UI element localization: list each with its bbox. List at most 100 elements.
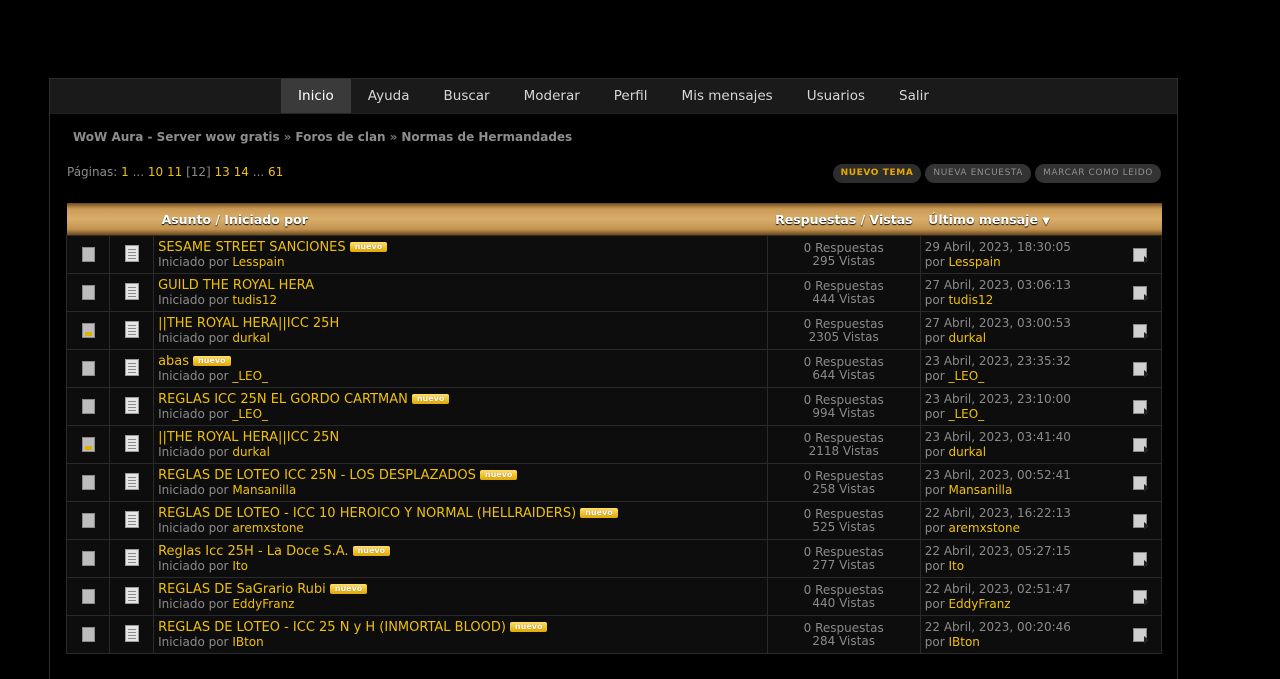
- nav-item-salir[interactable]: Salir: [882, 79, 946, 113]
- new-badge[interactable]: nuevo: [479, 469, 518, 480]
- nav-item-buscar[interactable]: Buscar: [427, 79, 507, 113]
- by-label: por: [924, 368, 945, 383]
- page-link[interactable]: 1: [121, 165, 129, 179]
- topic-author[interactable]: EddyFranz: [232, 597, 294, 611]
- reply-count: 0 Respuestas: [803, 506, 884, 521]
- topic-title[interactable]: REGLAS DE SaGrario Rubi: [158, 582, 326, 597]
- last-post-author[interactable]: Lesspain: [948, 255, 1000, 269]
- reply-count: 0 Respuestas: [803, 582, 884, 597]
- page-link[interactable]: 13: [215, 165, 230, 179]
- last-post-link-icon[interactable]: [1133, 324, 1149, 340]
- last-post-link-icon[interactable]: [1133, 400, 1149, 416]
- nav-item-inicio[interactable]: Inicio: [281, 79, 351, 113]
- last-post-date: 27 Abril, 2023, 03:00:53: [924, 315, 1071, 330]
- page-link[interactable]: 10: [148, 165, 163, 179]
- last-post-date: 27 Abril, 2023, 03:06:13: [924, 277, 1071, 292]
- last-post-author[interactable]: IBton: [948, 635, 979, 649]
- started-by-label: Iniciado por: [158, 634, 229, 649]
- view-count: 440 Vistas: [812, 595, 875, 610]
- last-post-author[interactable]: tudis12: [948, 293, 993, 307]
- by-label: por: [924, 254, 945, 269]
- started-by-label: Iniciado por: [158, 254, 229, 269]
- last-post-link-icon[interactable]: [1133, 286, 1149, 302]
- post-document-icon: [124, 358, 139, 376]
- nav-item-usuarios[interactable]: Usuarios: [790, 79, 882, 113]
- nav-item-perfil[interactable]: Perfil: [597, 79, 665, 113]
- header-last-post[interactable]: Último mensaje ▼: [920, 203, 1162, 236]
- breadcrumb-link[interactable]: WoW Aura - Server wow gratis: [73, 130, 280, 144]
- table-row: REGLAS ICC 25N EL GORDO CARTMAN nuevo Inic…: [65, 387, 1163, 426]
- last-post-link-icon[interactable]: [1133, 628, 1149, 644]
- topic-status-icon: [81, 589, 95, 604]
- last-post-author[interactable]: durkal: [948, 331, 986, 345]
- topic-author[interactable]: _LEO_: [232, 369, 268, 383]
- forum-container: Inicio Ayuda Buscar Moderar Perfil Mis mensaj…: [49, 78, 1178, 679]
- topic-author[interactable]: aremxstone: [232, 521, 303, 535]
- new-badge[interactable]: nuevo: [411, 393, 450, 404]
- topic-author[interactable]: durkal: [232, 331, 270, 345]
- post-document-icon: [124, 244, 139, 262]
- last-post-date: 23 Abril, 2023, 03:41:40: [924, 429, 1071, 444]
- breadcrumb-link[interactable]: Normas de Hermandades: [401, 130, 572, 144]
- page-link[interactable]: 11: [167, 165, 182, 179]
- last-post-date: 23 Abril, 2023, 23:10:00: [924, 391, 1071, 406]
- nav-item-moderar[interactable]: Moderar: [507, 79, 597, 113]
- by-label: por: [924, 482, 945, 497]
- header-subject[interactable]: Asunto / Iniciado por: [153, 203, 768, 236]
- topic-title[interactable]: REGLAS DE LOTEO - ICC 25 N y H (INMORTAL…: [158, 620, 506, 635]
- new-badge[interactable]: nuevo: [580, 507, 618, 518]
- last-post-link-icon[interactable]: [1133, 514, 1149, 530]
- reply-count: 0 Respuestas: [803, 316, 884, 331]
- topic-author[interactable]: durkal: [232, 445, 270, 459]
- topic-author[interactable]: Ito: [232, 559, 248, 573]
- topic-title[interactable]: ||THE ROYAL HERA||ICC 25H: [158, 316, 339, 331]
- last-post-link-icon[interactable]: [1133, 362, 1149, 378]
- nav-item-ayuda[interactable]: Ayuda: [351, 79, 427, 113]
- last-post-author[interactable]: _LEO_: [948, 407, 984, 421]
- topic-author[interactable]: Mansanilla: [232, 483, 296, 497]
- topic-author[interactable]: tudis12: [232, 293, 277, 307]
- topic-title[interactable]: SESAME STREET SANCIONES: [158, 240, 346, 255]
- topic-title[interactable]: GUILD THE ROYAL HERA: [158, 278, 314, 293]
- last-post-link-icon[interactable]: [1133, 476, 1149, 492]
- table-row: Reglas Icc 25H - La Doce S.A. nuevo Inicia…: [65, 539, 1163, 578]
- by-label: por: [924, 444, 945, 459]
- last-post-author[interactable]: Mansanilla: [948, 483, 1012, 497]
- nav-item-mis-mensajes[interactable]: Mis mensajes: [665, 79, 790, 113]
- new-badge[interactable]: nuevo: [193, 355, 231, 366]
- last-post-link-icon[interactable]: [1133, 438, 1149, 454]
- topic-author[interactable]: Lesspain: [232, 255, 284, 269]
- last-post-date: 22 Abril, 2023, 05:27:15: [924, 543, 1071, 558]
- page-link[interactable]: 61: [268, 165, 283, 179]
- last-post-author[interactable]: durkal: [948, 445, 986, 459]
- page-link[interactable]: 14: [234, 165, 249, 179]
- last-post-link-icon[interactable]: [1133, 552, 1149, 568]
- topic-title[interactable]: REGLAS DE LOTEO - ICC 10 HEROICO Y NORMA…: [158, 506, 576, 521]
- topic-title[interactable]: abas: [158, 354, 189, 369]
- breadcrumb-link[interactable]: Foros de clan: [295, 130, 385, 144]
- view-count: 258 Vistas: [812, 481, 875, 496]
- last-post-author[interactable]: aremxstone: [948, 521, 1019, 535]
- new-badge[interactable]: nuevo: [352, 545, 391, 556]
- page-current: ...: [132, 165, 145, 179]
- new-badge[interactable]: nuevo: [329, 583, 368, 594]
- new-badge[interactable]: nuevo: [349, 241, 388, 252]
- last-post-author[interactable]: Ito: [948, 559, 964, 573]
- started-by-label: Iniciado por: [158, 482, 229, 497]
- new-topic-button[interactable]: Nuevo tema: [832, 164, 922, 183]
- last-post-link-icon[interactable]: [1133, 590, 1149, 606]
- mark-read-button[interactable]: Marcar como leido: [1035, 164, 1161, 183]
- topic-title[interactable]: REGLAS ICC 25N EL GORDO CARTMAN: [158, 392, 408, 407]
- last-post-author[interactable]: _LEO_: [948, 369, 984, 383]
- new-badge[interactable]: nuevo: [509, 621, 548, 632]
- topic-title[interactable]: REGLAS DE LOTEO ICC 25N - LOS DESPLAZADO…: [158, 468, 476, 483]
- header-replies[interactable]: Respuestas / Vistas: [767, 203, 921, 236]
- topic-author[interactable]: _LEO_: [232, 407, 268, 421]
- topic-title[interactable]: Reglas Icc 25H - La Doce S.A.: [158, 544, 348, 559]
- post-document-icon: [124, 548, 139, 566]
- last-post-link-icon[interactable]: [1133, 248, 1149, 264]
- new-poll-button[interactable]: Nueva encuesta: [925, 164, 1032, 183]
- last-post-author[interactable]: EddyFranz: [948, 597, 1010, 611]
- topic-author[interactable]: IBton: [232, 635, 263, 649]
- topic-title[interactable]: ||THE ROYAL HERA||ICC 25N: [158, 430, 339, 445]
